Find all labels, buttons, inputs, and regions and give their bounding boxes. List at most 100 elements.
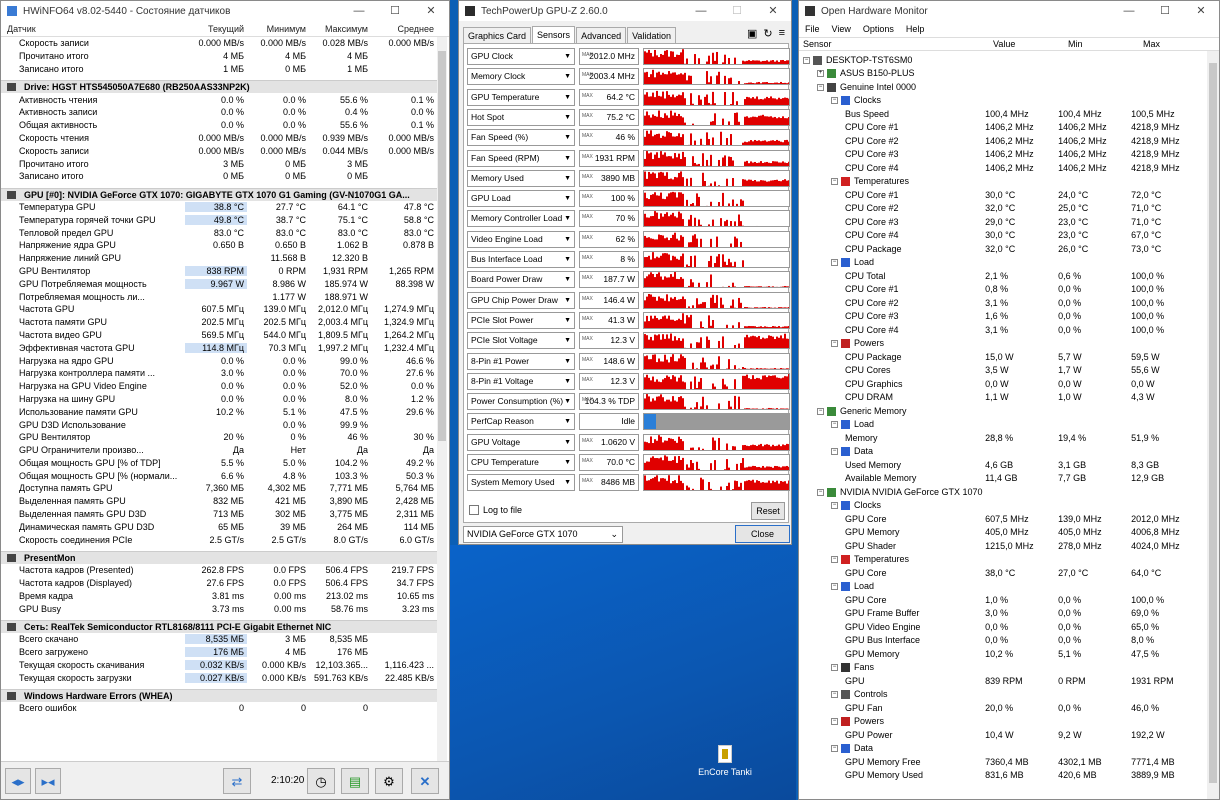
clock-icon[interactable]: ◷: [307, 768, 335, 794]
camera-icon[interactable]: ▣: [747, 27, 757, 40]
tab-validation[interactable]: Validation: [627, 27, 676, 44]
tab-advanced[interactable]: Advanced: [576, 27, 627, 44]
sensor-select[interactable]: Power Consumption (%) ▼: [467, 393, 575, 411]
sensor-row[interactable]: Текущая скорость скачивания 0.032 KB/s 0.0…: [1, 658, 437, 671]
nav-forward-icon[interactable]: ▸◂: [35, 768, 61, 794]
tree-row[interactable]: CPU Core #4 30,0 °C 23,0 °C 67,0 °C: [799, 229, 1209, 243]
tree-row[interactable]: Used Memory 4,6 GB 3,1 GB 8,3 GB: [799, 458, 1209, 472]
col-sensor[interactable]: Sensor: [799, 39, 989, 49]
tree-row[interactable]: GPU Memory Used 831,6 MB 420,6 MB 3889,9 MB: [799, 769, 1209, 783]
report-icon[interactable]: ▤: [341, 768, 369, 794]
exit-icon[interactable]: ✕: [411, 768, 439, 794]
sensor-select[interactable]: Memory Used ▼: [467, 169, 575, 187]
col-min[interactable]: Min: [1064, 39, 1139, 49]
tab-sensors[interactable]: Sensors: [532, 26, 576, 43]
tree-row[interactable]: GPU Memory Free 7360,4 MB 4302,1 MB 7771,4 …: [799, 755, 1209, 769]
col-avg[interactable]: Среднее: [371, 24, 437, 34]
sensor-select[interactable]: GPU Clock ▼: [467, 48, 575, 65]
tree-row[interactable]: − DESKTOP-TST6SM0: [799, 53, 1209, 67]
sensor-row[interactable]: Всего ошибок 0 0 0: [1, 702, 437, 715]
expand-toggle-icon[interactable]: −: [831, 718, 838, 726]
sensor-row[interactable]: Прочитано итого 3 МБ 0 МБ 3 МБ: [1, 157, 437, 170]
col-min[interactable]: Минимум: [247, 24, 309, 34]
col-max[interactable]: Максимум: [309, 24, 371, 34]
expand-toggle-icon[interactable]: −: [831, 421, 838, 429]
sensor-select[interactable]: CPU Temperature ▼: [467, 454, 575, 471]
tree-row[interactable]: − Genuine Intel 0000: [799, 80, 1209, 94]
sensor-row[interactable]: Динамическая память GPU D3D 65 МБ 39 МБ 264…: [1, 520, 437, 533]
sensor-select[interactable]: Hot Spot ▼: [467, 108, 575, 126]
tree-row[interactable]: CPU Core #3 1,6 % 0,0 % 100,0 %: [799, 310, 1209, 324]
sensor-row[interactable]: Частота памяти GPU 202.5 МГц 202.5 МГц 2,00…: [1, 316, 437, 329]
sensor-select[interactable]: Bus Interface Load ▼: [467, 251, 575, 268]
sensor-select[interactable]: Memory Controller Load ▼: [467, 210, 575, 228]
expand-toggle-icon[interactable]: −: [831, 691, 838, 699]
maximize-button[interactable]: ☐: [377, 1, 413, 21]
sensor-select[interactable]: GPU Temperature ▼: [467, 88, 575, 106]
tree-row[interactable]: CPU Package 15,0 W 5,7 W 59,5 W: [799, 350, 1209, 364]
tree-row[interactable]: + ASUS B150-PLUS: [799, 67, 1209, 81]
sensor-row[interactable]: Записано итого 0 МБ 0 МБ 0 МБ: [1, 170, 437, 183]
tree-row[interactable]: GPU Core 607,5 MHz 139,0 MHz 2012,0 MHz: [799, 512, 1209, 526]
tree-row[interactable]: GPU Memory 405,0 MHz 405,0 MHz 4006,8 MHz: [799, 526, 1209, 540]
tree-row[interactable]: GPU Bus Interface 0,0 % 0,0 % 8,0 %: [799, 634, 1209, 648]
sensor-row[interactable]: Температура GPU 38.8 °C 27.7 °C 64.1 °C 47.8…: [1, 201, 437, 214]
tree-row[interactable]: CPU Core #2 3,1 % 0,0 % 100,0 %: [799, 296, 1209, 310]
col-sensor[interactable]: Датчик: [1, 24, 185, 34]
sensor-row[interactable]: Скорость записи 0.000 MB/s 0.000 MB/s 0.028…: [1, 37, 437, 50]
expand-toggle-icon[interactable]: −: [817, 488, 824, 496]
section-header[interactable]: Windows Hardware Errors (WHEA): [1, 689, 437, 702]
minimize-button[interactable]: —: [1111, 1, 1147, 21]
menu-icon[interactable]: ≡: [779, 27, 785, 40]
sensor-select[interactable]: Video Engine Load ▼: [467, 230, 575, 248]
tree-row[interactable]: CPU Package 32,0 °C 26,0 °C 73,0 °C: [799, 242, 1209, 256]
tree-row[interactable]: GPU Core 1,0 % 0,0 % 100,0 %: [799, 593, 1209, 607]
tree-row[interactable]: − NVIDIA NVIDIA GeForce GTX 1070: [799, 485, 1209, 499]
tree-row[interactable]: CPU Total 2,1 % 0,6 % 100,0 %: [799, 269, 1209, 283]
tree-row[interactable]: − Load: [799, 256, 1209, 270]
tree-row[interactable]: − Data: [799, 742, 1209, 756]
tree-row[interactable]: − Data: [799, 445, 1209, 459]
sensor-row[interactable]: Активность чтения 0.0 % 0.0 % 55.6 % 0.1 %: [1, 93, 437, 106]
expand-toggle-icon[interactable]: +: [817, 70, 824, 78]
sensor-row[interactable]: Время кадра 3.81 ms 0.00 ms 213.02 ms 10.65 …: [1, 589, 437, 602]
settings-icon[interactable]: ⚙: [375, 768, 403, 794]
network-icon[interactable]: ⇄: [223, 768, 251, 794]
sensor-row[interactable]: Эффективная частота GPU 114.8 МГц 70.3 МГц…: [1, 341, 437, 354]
sensor-select[interactable]: 8-Pin #1 Voltage ▼: [467, 372, 575, 390]
menu-view[interactable]: View: [832, 24, 851, 34]
hwinfo-sensor-list[interactable]: Скорость записи 0.000 MB/s 0.000 MB/s 0.028…: [1, 37, 437, 763]
close-button[interactable]: ✕: [413, 1, 449, 21]
reset-button[interactable]: Reset: [751, 502, 785, 520]
tree-row[interactable]: − Controls: [799, 688, 1209, 702]
sensor-select[interactable]: GPU Voltage ▼: [467, 433, 575, 451]
sensor-row[interactable]: Скорость чтения 0.000 MB/s 0.000 MB/s 0.939…: [1, 132, 437, 145]
col-current[interactable]: Текущий: [185, 24, 247, 34]
tree-row[interactable]: CPU Cores 3,5 W 1,7 W 55,6 W: [799, 364, 1209, 378]
sensor-row[interactable]: GPU Вентилятор 20 % 0 % 46 % 30 %: [1, 431, 437, 444]
sensor-select[interactable]: Board Power Draw ▼: [467, 271, 575, 289]
tree-row[interactable]: CPU Graphics 0,0 W 0,0 W 0,0 W: [799, 377, 1209, 391]
expand-toggle-icon[interactable]: −: [831, 340, 838, 348]
sensor-row[interactable]: Всего загружено 176 МБ 4 МБ 176 МБ: [1, 646, 437, 659]
sensor-row[interactable]: Нагрузка на ядро GPU 0.0 % 0.0 % 99.0 % 46.6…: [1, 354, 437, 367]
tree-row[interactable]: GPU Fan 20,0 % 0,0 % 46,0 %: [799, 701, 1209, 715]
sensor-row[interactable]: Прочитано итого 4 МБ 4 МБ 4 МБ: [1, 50, 437, 63]
nav-back-icon[interactable]: ◂▸: [5, 768, 31, 794]
device-select[interactable]: NVIDIA GeForce GTX 1070 ⌄: [463, 526, 623, 543]
ohm-sensor-tree[interactable]: − DESKTOP-TST6SM0 + ASUS B150-PLUS − Genuine …: [799, 51, 1209, 799]
tree-row[interactable]: CPU Core #1 1406,2 MHz 1406,2 MHz 4218,9 MH…: [799, 121, 1209, 135]
tree-row[interactable]: CPU Core #4 1406,2 MHz 1406,2 MHz 4218,9 MH…: [799, 161, 1209, 175]
section-header[interactable]: PresentMon: [1, 551, 437, 564]
sensor-select[interactable]: PCIe Slot Power ▼: [467, 311, 575, 329]
sensor-row[interactable]: Использование памяти GPU 10.2 % 5.1 % 47.5 …: [1, 405, 437, 418]
tree-row[interactable]: GPU Power 10,4 W 9,2 W 192,2 W: [799, 728, 1209, 742]
tree-row[interactable]: − Load: [799, 580, 1209, 594]
sensor-row[interactable]: GPU Вентилятор 838 RPM 0 RPM 1,931 RPM 1,265…: [1, 265, 437, 278]
section-header[interactable]: Drive: HGST HTS545050A7E680 (RB250AAS33N…: [1, 80, 437, 94]
maximize-button[interactable]: ☐: [719, 1, 755, 21]
tree-row[interactable]: − Generic Memory: [799, 404, 1209, 418]
minimize-button[interactable]: —: [341, 1, 377, 21]
tree-row[interactable]: − Load: [799, 418, 1209, 432]
scroll-thumb[interactable]: [1209, 63, 1217, 783]
